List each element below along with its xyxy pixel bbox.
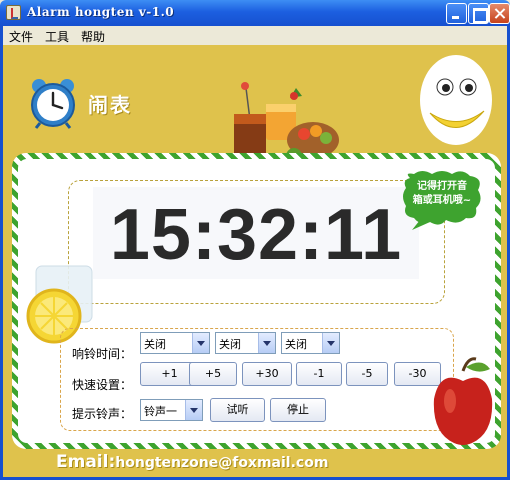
reminder-text-line1: 记得打开音 (417, 181, 467, 192)
ring-time-select-1[interactable]: 关闭 (140, 332, 210, 354)
alarm-clock-icon (31, 79, 75, 129)
reminder-text: 记得打开音 箱或耳机哦~ (408, 180, 476, 208)
quick-minus-1-button[interactable]: -1 (296, 362, 342, 386)
contact-email: Email:hongtenzone@foxmail.com (56, 452, 328, 472)
app-icon (6, 5, 21, 20)
title-bar[interactable]: Alarm hongten v-1.0 (0, 0, 510, 26)
menu-file[interactable]: 文件 (9, 28, 33, 45)
clock-time-display: 15:32:11 (109, 195, 403, 275)
chevron-down-icon[interactable] (192, 333, 209, 353)
stop-button[interactable]: 停止 (270, 398, 326, 422)
menu-tools[interactable]: 工具 (45, 28, 69, 45)
email-label: Email: (56, 452, 116, 472)
ring-time-label: 响铃时间： (72, 347, 133, 361)
chevron-down-icon[interactable] (322, 333, 339, 353)
menu-bar: 文件 工具 帮助 (0, 26, 510, 45)
menu-help[interactable]: 帮助 (81, 28, 105, 45)
audition-button[interactable]: 试听 (210, 398, 265, 422)
ringtone-select[interactable]: 铃声一 (140, 399, 203, 421)
chevron-down-icon[interactable] (185, 400, 202, 420)
quick-plus-30-button[interactable]: +30 (242, 362, 292, 386)
minimize-button[interactable] (446, 3, 467, 24)
quick-minus-5-button[interactable]: -5 (346, 362, 388, 386)
reminder-text-line2: 箱或耳机哦~ (412, 195, 472, 206)
smiley-face-image (420, 55, 492, 145)
maximize-button[interactable] (468, 3, 489, 24)
close-button[interactable] (489, 3, 510, 24)
window-title: Alarm hongten v-1.0 (27, 5, 175, 19)
quick-set-label: 快速设置： (72, 378, 133, 392)
chevron-down-icon[interactable] (258, 333, 275, 353)
apple-image (433, 357, 493, 445)
ring-time-select-2[interactable]: 关闭 (215, 332, 276, 354)
ring-time-select-3[interactable]: 关闭 (281, 332, 340, 354)
email-address: hongtenzone@foxmail.com (115, 455, 329, 471)
ringtone-label: 提示铃声： (72, 407, 133, 421)
page-title: 闹表 (88, 93, 132, 117)
quick-plus-5-button[interactable]: +5 (189, 362, 237, 386)
